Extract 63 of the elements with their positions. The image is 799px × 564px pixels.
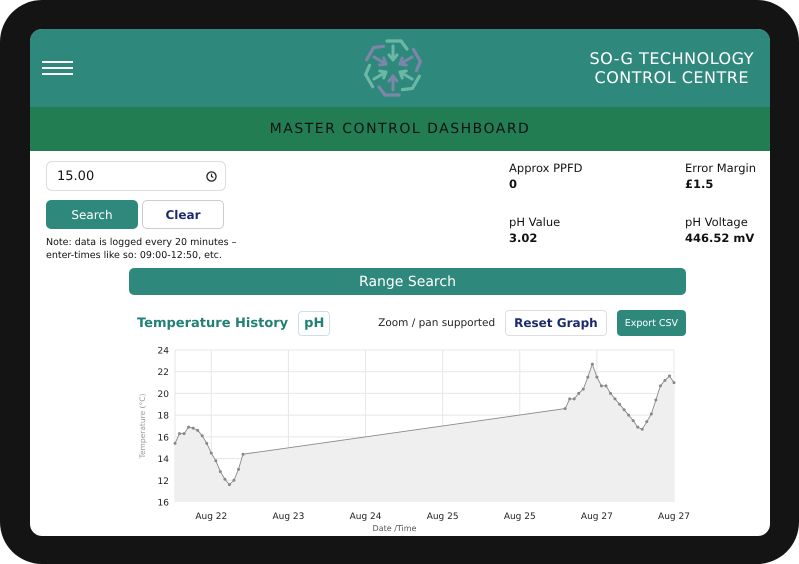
data-point: [618, 402, 622, 406]
x-axis-label: Date /Time: [372, 524, 416, 533]
reading-value: 446.52 mV: [685, 230, 756, 244]
x-tick-label: Aug 25: [426, 512, 459, 522]
data-point: [627, 414, 630, 417]
y-tick-label: 22: [158, 368, 169, 378]
reading-value: 0: [509, 177, 518, 191]
reading-value: £1.5: [685, 177, 714, 191]
reading-label: pH Value: [509, 214, 562, 228]
chart-title: Temperature History: [137, 316, 288, 330]
y-tick-label: 16: [158, 433, 169, 444]
data-point: [609, 392, 612, 395]
data-point: [672, 381, 676, 384]
banner-title: MASTER CONTROL DASHBOARD: [270, 121, 530, 137]
reading-label: Error Margin: [685, 161, 756, 175]
y-tick-label: 20: [158, 390, 169, 400]
data-point: [205, 442, 208, 445]
data-point: [564, 407, 567, 410]
y-tick-label: 12: [158, 476, 169, 487]
data-point: [218, 470, 222, 474]
export-csv-button[interactable]: Export CSV: [616, 310, 686, 336]
x-tick-label: Aug 27: [658, 512, 690, 522]
note-text: Note: data is logged every 20 minutes – enter-times like so: 09:00-12:50, etc.: [46, 236, 238, 262]
data-point: [614, 397, 617, 400]
data-point: [650, 412, 653, 416]
data-point: [645, 420, 648, 424]
zoom-hint: Zoom / pan supported: [378, 317, 496, 329]
data-point: [237, 468, 240, 471]
data-point: [174, 442, 176, 445]
data-point: [622, 408, 626, 412]
x-tick-label: Aug 25: [504, 512, 536, 522]
x-tick-label: Aug 24: [350, 512, 382, 522]
ph-toggle-button[interactable]: pH: [298, 310, 330, 336]
data-point: [214, 459, 218, 462]
search-button[interactable]: Search: [46, 200, 138, 229]
data-point: [200, 434, 204, 438]
data-point: [242, 452, 245, 456]
y-tick-label: 16: [158, 498, 169, 508]
data-point: [654, 398, 658, 402]
clock-icon: [206, 170, 217, 182]
data-point: [586, 376, 590, 379]
menu-icon[interactable]: [42, 61, 73, 75]
clear-button[interactable]: Clear: [142, 200, 224, 229]
x-tick-label: Aug 23: [272, 512, 304, 522]
data-point: [632, 419, 635, 422]
x-tick-label: Aug 27: [580, 512, 613, 522]
y-tick-label: 14: [158, 455, 169, 466]
y-tick-label: 18: [158, 412, 169, 422]
time-input-field[interactable]: 15.00: [46, 161, 226, 191]
reading-value: 3.02: [509, 230, 538, 244]
data-point: [658, 384, 662, 388]
reading-label: pH Voltage: [685, 214, 749, 228]
data-point: [223, 478, 226, 481]
reading-label: Approx PPFD: [509, 161, 584, 175]
data-point: [595, 376, 598, 379]
reset-graph-button[interactable]: Reset Graph: [505, 310, 607, 336]
logo-drawing: [363, 37, 423, 99]
y-tick-label: 24: [158, 346, 169, 356]
x-tick-label: Aug 22: [195, 512, 228, 522]
data-point: [210, 452, 213, 455]
data-point: [590, 362, 594, 366]
range-search-button[interactable]: Range Search: [129, 268, 686, 295]
brand-title: SO-G TECHNOLOGY CONTROL CENTRE: [590, 49, 754, 87]
